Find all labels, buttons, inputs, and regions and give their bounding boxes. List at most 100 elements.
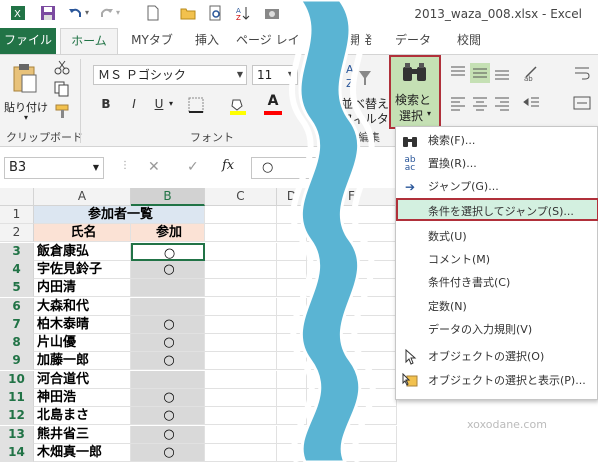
name-cell[interactable]: 宇佐見鈴子 <box>34 261 131 279</box>
align-right-icon[interactable] <box>492 93 512 113</box>
row-header[interactable]: 10 <box>0 371 34 389</box>
empty-cell[interactable] <box>277 352 307 370</box>
row-header[interactable]: 14 <box>0 444 34 462</box>
header-cell-name[interactable]: 氏名 <box>34 224 131 242</box>
name-cell[interactable]: 木畑真一郎 <box>34 444 131 462</box>
align-bottom-icon[interactable] <box>492 63 512 83</box>
empty-cell[interactable] <box>205 279 277 297</box>
empty-cell[interactable] <box>277 206 307 224</box>
empty-cell[interactable] <box>277 407 307 425</box>
undo-icon[interactable] <box>67 5 83 21</box>
row-header[interactable]: 13 <box>0 426 34 444</box>
row-header[interactable]: 1 <box>0 206 34 224</box>
row-header[interactable]: 11 <box>0 389 34 407</box>
row-header[interactable]: 8 <box>0 334 34 352</box>
enter-icon[interactable]: ✓ <box>187 159 199 175</box>
empty-cell[interactable] <box>307 243 397 261</box>
menu-item-constants[interactable]: 定数(N) <box>396 295 598 318</box>
row-header[interactable]: 5 <box>0 279 34 297</box>
column-header-a[interactable]: A <box>34 188 131 206</box>
font-name-select[interactable]: ＭＳ Ｐゴシック ▼ <box>93 65 247 85</box>
italic-button[interactable]: I <box>127 97 141 111</box>
menu-item-goto[interactable]: ➔ ジャンプ(G)... <box>396 175 598 198</box>
name-cell[interactable]: 加藤一郎 <box>34 352 131 370</box>
empty-cell[interactable] <box>307 334 397 352</box>
insert-function-icon[interactable]: fx <box>222 158 234 173</box>
row-header[interactable]: 3 <box>0 243 34 261</box>
tab-page-layout[interactable]: ページ レイ <box>236 28 306 54</box>
borders-icon[interactable] <box>188 97 204 113</box>
menu-item-data-validation[interactable]: データの入力規則(V) <box>396 318 598 341</box>
join-cell[interactable] <box>131 279 205 297</box>
cancel-icon[interactable]: ✕ <box>148 159 160 175</box>
empty-cell[interactable] <box>277 316 307 334</box>
menu-item-select-objects[interactable]: オブジェクトの選択(O) <box>396 345 598 368</box>
name-cell[interactable]: 片山優 <box>34 334 131 352</box>
tab-insert[interactable]: 挿入 <box>184 28 230 54</box>
sort-icon[interactable]: AZ <box>235 5 251 22</box>
open-folder-icon[interactable] <box>180 5 196 21</box>
column-header-f[interactable]: F <box>307 188 397 206</box>
empty-cell[interactable] <box>307 444 397 462</box>
align-middle-icon[interactable] <box>470 63 490 83</box>
empty-cell[interactable] <box>205 407 277 425</box>
empty-cell[interactable] <box>277 371 307 389</box>
name-cell[interactable]: 神田浩 <box>34 389 131 407</box>
redo-dropdown-icon[interactable]: ▾ <box>116 5 132 21</box>
join-cell[interactable]: ○ <box>131 444 205 462</box>
format-painter-icon[interactable] <box>54 103 70 119</box>
underline-button[interactable]: U <box>152 97 166 111</box>
empty-cell[interactable] <box>277 444 307 462</box>
paste-button[interactable]: 貼り付け ▾ <box>4 61 48 122</box>
join-cell[interactable]: ○ <box>131 426 205 444</box>
empty-cell[interactable] <box>307 224 397 242</box>
row-header[interactable]: 6 <box>0 298 34 316</box>
camera-icon[interactable] <box>264 5 280 21</box>
cut-icon[interactable] <box>54 59 70 75</box>
empty-cell[interactable] <box>307 389 397 407</box>
empty-cell[interactable] <box>307 261 397 279</box>
menu-item-replace[interactable]: ab ac 置換(R)... <box>396 152 598 175</box>
menu-item-formulas[interactable]: 数式(U) <box>396 225 598 248</box>
join-cell[interactable]: ○ <box>131 316 205 334</box>
name-cell[interactable]: 北島まさ <box>34 407 131 425</box>
empty-cell[interactable] <box>277 389 307 407</box>
print-preview-icon[interactable] <box>207 5 223 21</box>
join-cell[interactable]: ○ <box>131 243 205 261</box>
find-select-button[interactable]: 検索と 選択 ▾ <box>389 55 441 129</box>
empty-cell[interactable] <box>205 206 277 224</box>
join-cell[interactable]: ○ <box>131 389 205 407</box>
empty-cell[interactable] <box>307 352 397 370</box>
decrease-indent-icon[interactable] <box>522 93 542 113</box>
copy-icon[interactable] <box>54 81 70 97</box>
wrap-text-icon[interactable] <box>572 63 592 83</box>
column-header-d[interactable]: D <box>277 188 307 206</box>
row-header[interactable]: 4 <box>0 261 34 279</box>
empty-cell[interactable] <box>205 243 277 261</box>
join-cell[interactable]: ○ <box>131 334 205 352</box>
redo-icon[interactable] <box>99 5 115 21</box>
empty-cell[interactable] <box>205 426 277 444</box>
save-icon[interactable] <box>40 5 56 21</box>
row-header[interactable]: 7 <box>0 316 34 334</box>
name-cell[interactable]: 河合道代 <box>34 371 131 389</box>
merge-center-icon[interactable] <box>572 93 592 113</box>
column-header-b[interactable]: B <box>131 188 205 206</box>
tab-data[interactable]: データ <box>390 28 436 54</box>
sort-filter-button[interactable]: AZ 並べ替えと フィルター <box>333 59 401 126</box>
empty-cell[interactable] <box>205 444 277 462</box>
empty-cell[interactable] <box>205 389 277 407</box>
row-header[interactable]: 12 <box>0 407 34 425</box>
align-left-icon[interactable] <box>448 93 468 113</box>
font-size-select[interactable]: 11 ▼ <box>252 65 298 85</box>
orientation-icon[interactable]: ab <box>522 63 542 83</box>
join-cell[interactable] <box>131 371 205 389</box>
empty-cell[interactable] <box>277 279 307 297</box>
empty-cell[interactable] <box>307 279 397 297</box>
empty-cell[interactable] <box>277 224 307 242</box>
sheet-title-cell[interactable]: 参加者一覧 <box>34 206 205 224</box>
menu-item-find[interactable]: 検索(F)... <box>396 129 598 152</box>
empty-cell[interactable] <box>277 298 307 316</box>
column-header-c[interactable]: C <box>205 188 277 206</box>
empty-cell[interactable] <box>277 243 307 261</box>
